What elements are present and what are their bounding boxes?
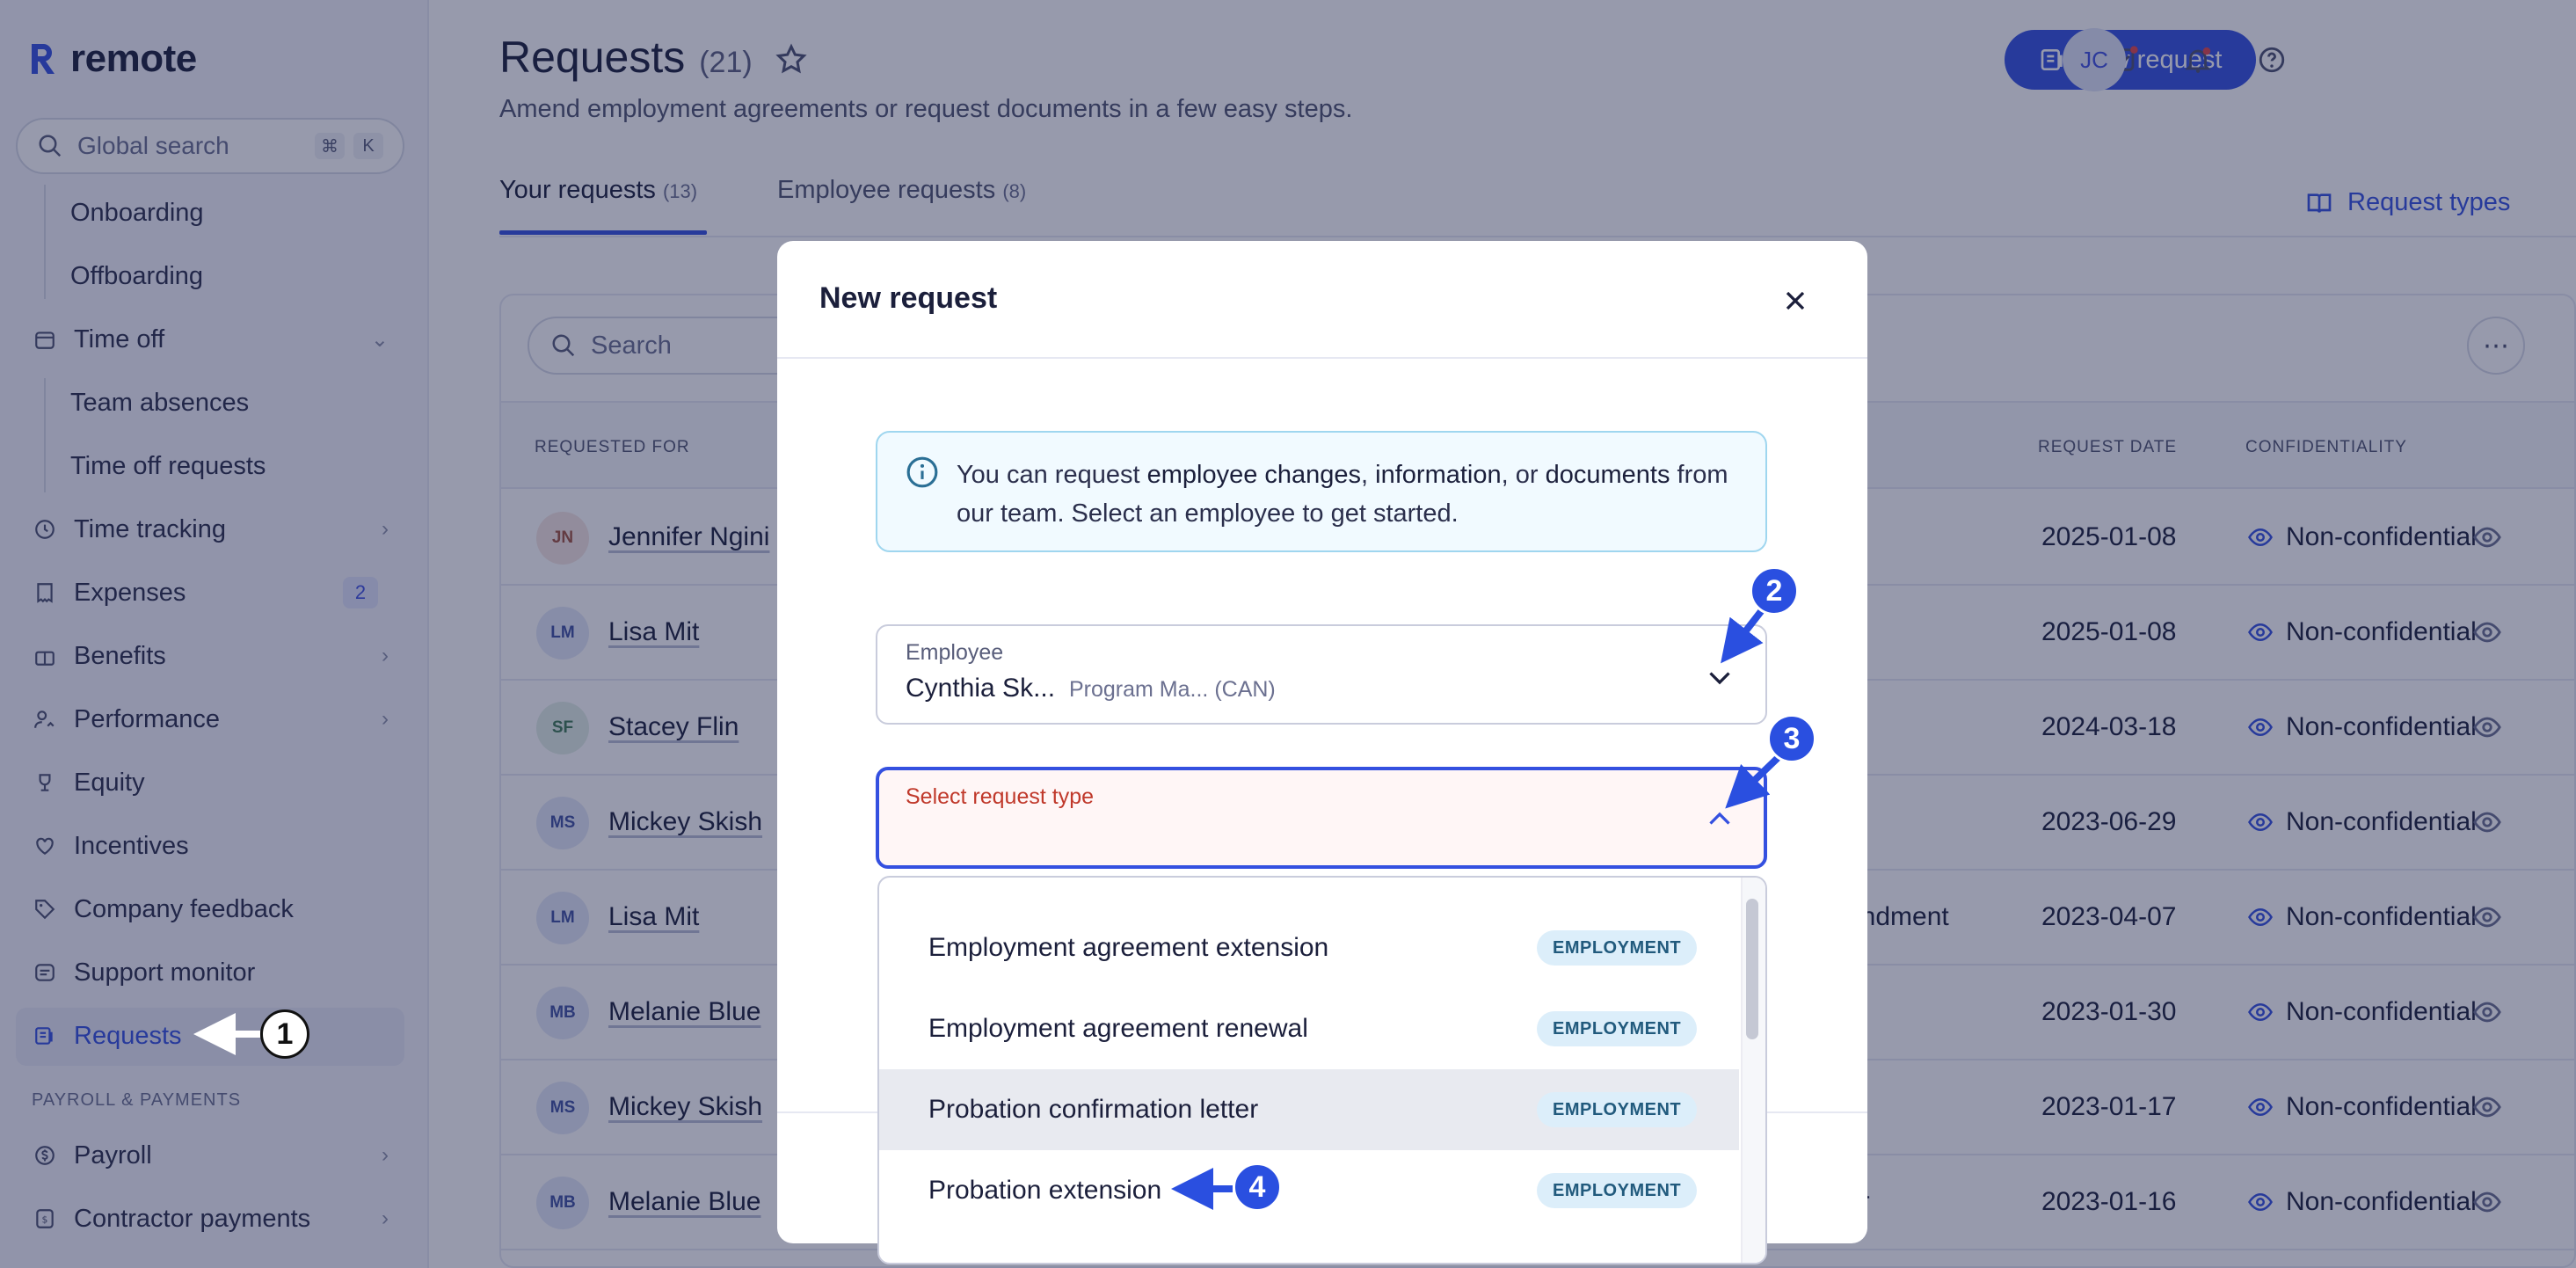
option-label: Employment agreement extension [928, 933, 1329, 962]
option-tag: EMPLOYMENT [1537, 930, 1698, 966]
option-label: Probation confirmation letter [928, 1095, 1259, 1124]
annotation-marker-2: 2 [1750, 566, 1799, 616]
chevron-up-icon[interactable] [1704, 804, 1736, 835]
info-banner: You can request employee changes, inform… [876, 431, 1767, 552]
request-type-label: Select request type [906, 784, 1095, 809]
dropdown-scrollbar[interactable] [1746, 899, 1758, 1039]
close-icon[interactable] [1779, 285, 1811, 317]
option-tag: EMPLOYMENT [1537, 1173, 1698, 1208]
employee-name: Cynthia Sk... [906, 674, 1056, 703]
dropdown-option-employment-agreement-renewal[interactable]: Employment agreement renewal EMPLOYMENT [879, 988, 1739, 1069]
employee-select[interactable]: Employee Cynthia Sk... Program Ma... (CA… [876, 624, 1767, 725]
chevron-down-icon[interactable] [1704, 661, 1736, 693]
annotation-marker-1: 1 [260, 1009, 309, 1059]
dropdown-option-probation-confirmation-letter[interactable]: Probation confirmation letter EMPLOYMENT [879, 1069, 1739, 1150]
option-label: Probation extension [928, 1176, 1162, 1205]
info-highlight-employee-changes: employee changes [1146, 461, 1362, 489]
annotation-marker-4: 4 [1233, 1162, 1282, 1212]
dropdown-option-partial[interactable] [879, 1231, 1739, 1263]
modal-title: New request [819, 281, 998, 315]
annotation-marker-3: 3 [1767, 714, 1816, 763]
employee-meta: Program Ma... (CAN) [1069, 677, 1276, 702]
option-tag: EMPLOYMENT [1537, 1011, 1698, 1046]
info-separator: , or [1501, 461, 1546, 489]
info-text: You can request employee changes, inform… [957, 455, 1730, 533]
info-separator: , [1361, 461, 1376, 489]
info-prefix: You can request [957, 461, 1147, 489]
info-highlight-documents: documents [1545, 461, 1670, 489]
option-label: Employment agreement renewal [928, 1014, 1308, 1043]
dropdown-option-employment-agreement-extension[interactable]: Employment agreement extension EMPLOYMEN… [879, 907, 1739, 988]
info-highlight-information: information [1375, 461, 1502, 489]
dropdown-option-probation-extension[interactable]: Probation extension EMPLOYMENT [879, 1150, 1739, 1231]
request-type-dropdown[interactable]: Employment agreement extension EMPLOYMEN… [877, 876, 1767, 1264]
modal-header: New request [777, 241, 1867, 359]
option-tag: EMPLOYMENT [1537, 1092, 1698, 1127]
employee-label: Employee [906, 640, 1004, 665]
info-icon [906, 456, 938, 488]
request-type-select[interactable]: Select request type [876, 767, 1767, 869]
